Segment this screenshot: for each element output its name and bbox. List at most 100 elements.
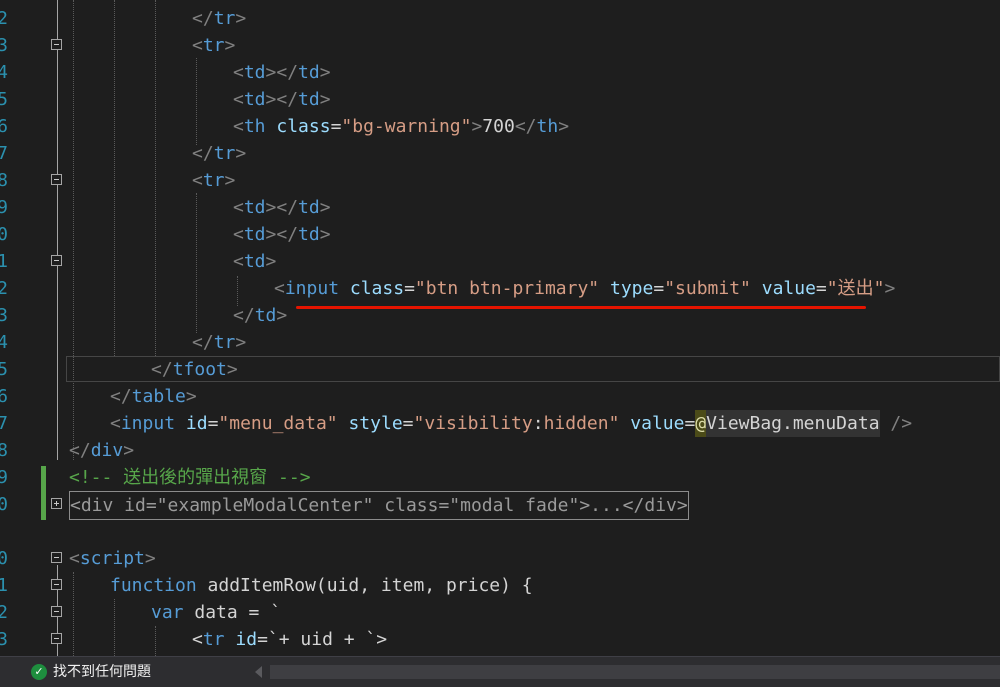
status-bar: ✓ 找不到任何問題: [0, 656, 1000, 687]
code-text: </div>: [69, 437, 134, 464]
code-token: class: [349, 278, 405, 299]
code-token: </: [233, 305, 255, 326]
code-line[interactable]: 0 <td></td>: [0, 221, 1000, 248]
code-token: >: [319, 224, 331, 245]
code-token: input: [284, 278, 340, 299]
check-circle-icon: ✓: [31, 664, 47, 680]
code-line[interactable]: 7 <input id="menu_data" style="visibility…: [0, 410, 1000, 437]
code-token: >: [276, 305, 288, 326]
code-line[interactable]: 1 function addItemRow(uid, item, price) {: [0, 572, 1000, 599]
code-text: </table>: [110, 383, 197, 410]
code-editor[interactable]: 2 </tr> 3 <tr> 4 <td></td> 5 <td></td> 6 <th clas…: [0, 0, 1000, 656]
code-token: >: [144, 548, 156, 569]
code-text: </tr>: [192, 140, 246, 167]
code-line[interactable]: 0 <script>: [0, 545, 1000, 572]
line-number: 1: [0, 575, 8, 596]
horizontal-scrollbar[interactable]: [270, 665, 1000, 679]
collapse-icon[interactable]: [51, 255, 62, 266]
code-token: >: [224, 35, 236, 56]
line-number: 0: [0, 224, 8, 245]
code-token: id: [235, 629, 258, 650]
collapse-icon[interactable]: [51, 606, 62, 617]
code-line[interactable]: 5 <td></td>: [0, 86, 1000, 113]
code-text: </tr>: [192, 5, 246, 32]
code-token: =: [684, 413, 696, 434]
line-number: 8: [0, 170, 8, 191]
code-token: td: [298, 224, 320, 245]
code-token: 700: [482, 116, 515, 137]
code-text: function addItemRow(uid, item, price) {: [110, 572, 533, 599]
collapsed-region[interactable]: <div id="exampleModalCenter" class="moda…: [69, 491, 689, 520]
code-line[interactable]: 3 <tr>: [0, 32, 1000, 59]
code-token: =: [653, 278, 665, 299]
code-token: script: [79, 548, 145, 569]
code-token: tr: [213, 143, 236, 164]
code-line[interactable]: 8 <tr>: [0, 167, 1000, 194]
code-line[interactable]: 2 </tr>: [0, 5, 1000, 32]
code-line[interactable]: 9 <!-- 送出後的彈出視窗 -->: [0, 464, 1000, 491]
code-text: <script>: [69, 545, 156, 572]
code-token: table: [131, 386, 186, 407]
line-number: 4: [0, 332, 8, 353]
code-token: style: [348, 413, 403, 434]
code-token: "送出": [826, 278, 885, 299]
code-token: </: [69, 440, 91, 461]
code-token: =: [330, 116, 342, 137]
code-line[interactable]: 6 <th class="bg-warning">700</th>: [0, 113, 1000, 140]
line-number: 7: [0, 143, 8, 164]
code-token: <: [233, 62, 244, 83]
line-number: 0: [0, 494, 8, 515]
collapse-icon[interactable]: [51, 633, 62, 644]
line-number: [0, 518, 8, 545]
line-number: 9: [0, 197, 8, 218]
code-line[interactable]: 2 <input class="btn btn-primary" type="su…: [0, 275, 1000, 302]
code-token: <: [233, 251, 244, 272]
code-line[interactable]: 3 <tr id=`+ uid + `>: [0, 626, 1000, 653]
code-line[interactable]: 0 <div id="exampleModalCenter" class="mod…: [0, 491, 1000, 520]
code-line[interactable]: 5 </tfoot>: [0, 356, 1000, 383]
code-text: var data = `: [151, 599, 281, 626]
code-token: >: [123, 440, 135, 461]
code-line[interactable]: 6 </table>: [0, 383, 1000, 410]
code-line[interactable]: 7 </tr>: [0, 140, 1000, 167]
code-text: </tfoot>: [151, 356, 238, 383]
code-text: <th class="bg-warning">700</th>: [233, 113, 569, 140]
code-token: </: [110, 386, 132, 407]
code-token: td: [243, 89, 266, 110]
line-number: 2: [0, 602, 8, 623]
line-number: 6: [0, 116, 8, 137]
code-token: tr: [213, 332, 236, 353]
collapse-icon[interactable]: [51, 552, 62, 563]
line-number: 0: [0, 548, 8, 569]
code-token: "btn btn-primary": [414, 278, 600, 299]
code-token: td: [243, 224, 266, 245]
code-line[interactable]: 1 <td>: [0, 248, 1000, 275]
code-line[interactable]: [0, 518, 1000, 545]
code-line[interactable]: 8 </div>: [0, 437, 1000, 464]
collapse-icon[interactable]: [51, 39, 62, 50]
code-text: <tr>: [192, 32, 235, 59]
line-number: 3: [0, 629, 8, 650]
collapse-icon[interactable]: [51, 579, 62, 590]
code-token: ></: [265, 224, 299, 245]
scroll-left-arrow-icon[interactable]: [255, 666, 262, 678]
code-line[interactable]: 4 </tr>: [0, 329, 1000, 356]
code-token: =: [404, 278, 415, 299]
code-token: div: [90, 440, 124, 461]
status-message[interactable]: 找不到任何問題: [53, 662, 151, 682]
code-token: <!-- 送出後的彈出視窗 -->: [69, 467, 311, 488]
code-line[interactable]: 9 <td></td>: [0, 194, 1000, 221]
code-token: tr: [213, 8, 236, 29]
collapse-icon[interactable]: [51, 174, 62, 185]
code-line[interactable]: 4 <td></td>: [0, 59, 1000, 86]
code-line[interactable]: 2 var data = `: [0, 599, 1000, 626]
code-token: >: [235, 8, 247, 29]
code-line[interactable]: 3 </td>: [0, 302, 1000, 329]
code-token: </: [514, 116, 537, 137]
code-token: <: [233, 116, 244, 137]
expand-icon[interactable]: [51, 498, 62, 509]
code-token: <: [192, 35, 203, 56]
line-number: 9: [0, 467, 8, 488]
